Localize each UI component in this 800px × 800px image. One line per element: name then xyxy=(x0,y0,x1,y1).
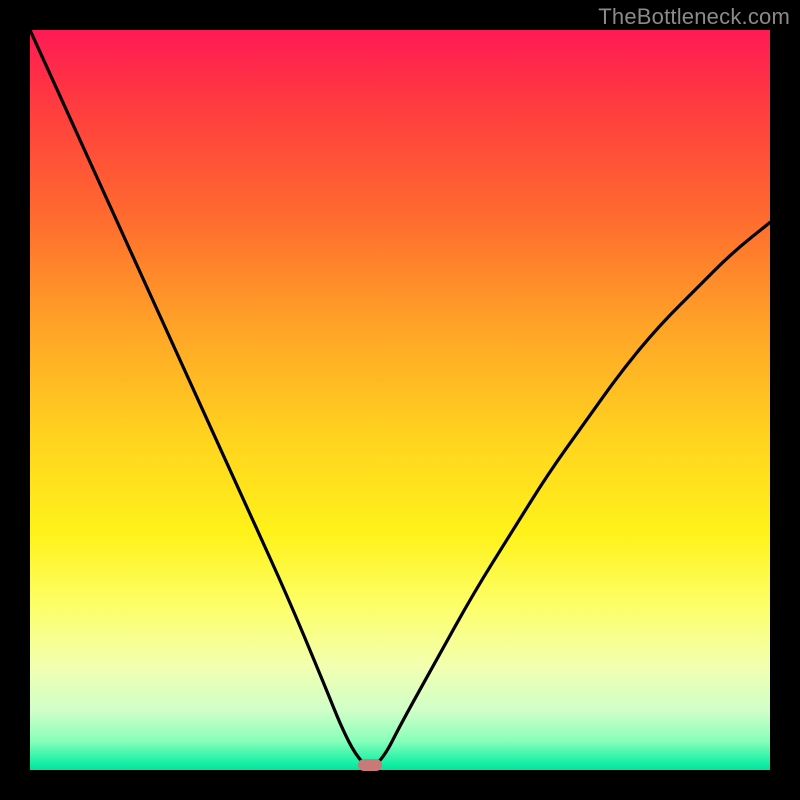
watermark-text: TheBottleneck.com xyxy=(598,4,790,30)
chart-frame: TheBottleneck.com xyxy=(0,0,800,800)
bottleneck-curve xyxy=(30,30,770,770)
plot-area xyxy=(30,30,770,770)
optimum-marker xyxy=(358,759,382,771)
